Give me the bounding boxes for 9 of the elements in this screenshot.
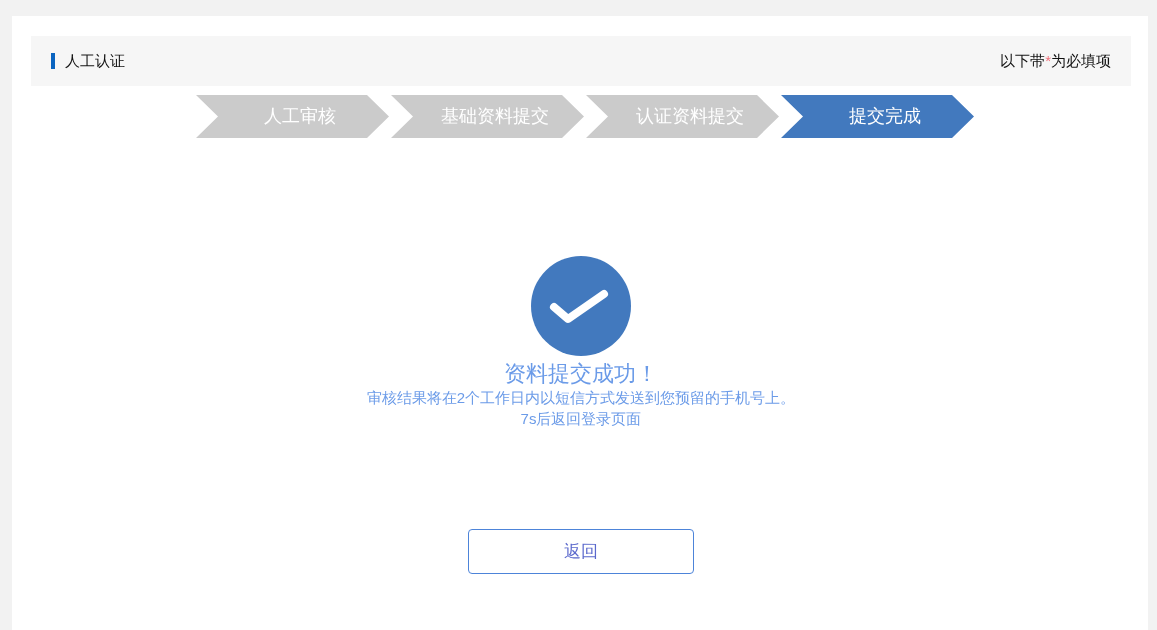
page-title: 人工认证 (65, 50, 125, 71)
progress-step: 提交完成 (781, 95, 974, 138)
back-button[interactable]: 返回 (468, 529, 694, 575)
success-title: 资料提交成功！ (504, 361, 658, 388)
countdown-text: 7s后返回登录页面 (520, 409, 642, 430)
accent-bar-icon (51, 53, 55, 69)
required-note: 以下带*为必填项 (1000, 50, 1111, 71)
result-message: 审核结果将在2个工作日内以短信方式发送到您预留的手机号上。 (366, 388, 796, 409)
check-circle-icon (531, 256, 631, 356)
